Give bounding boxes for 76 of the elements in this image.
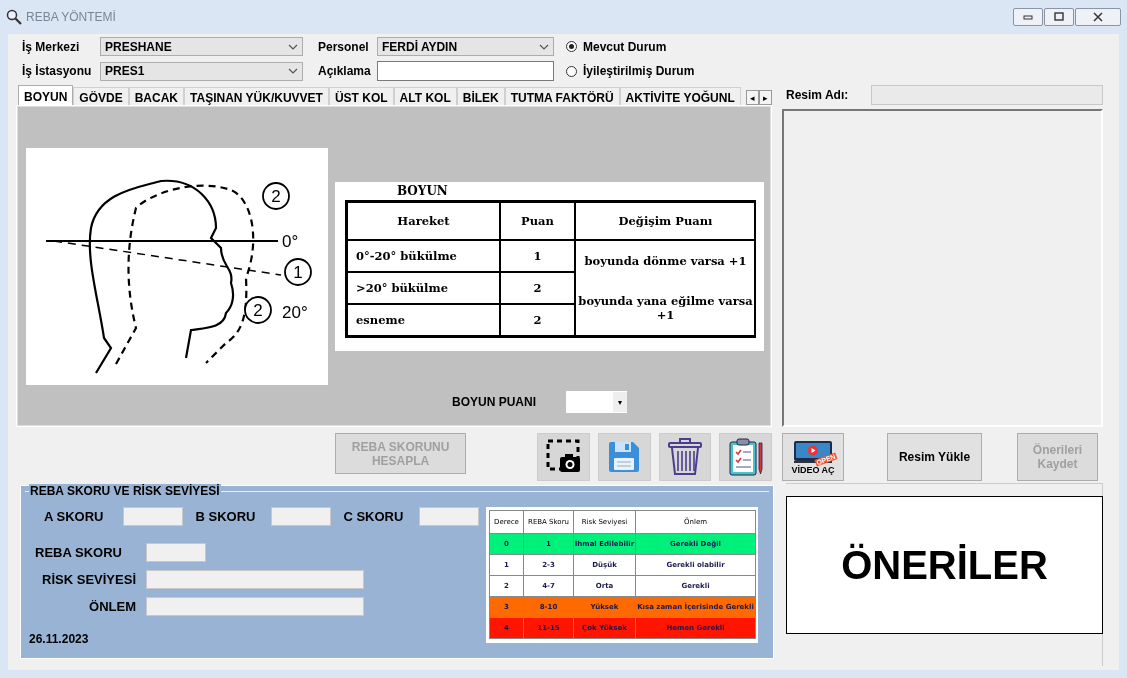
radio-option[interactable]: Mevcut Durum bbox=[554, 39, 1119, 54]
chevron-icon bbox=[288, 43, 298, 50]
field-label: BOYUN PUANI bbox=[452, 395, 536, 409]
report-button[interactable] bbox=[719, 433, 772, 481]
field-label: C SKORU bbox=[343, 508, 404, 524]
capture-button[interactable] bbox=[537, 433, 590, 481]
field-label: ÖNLEM bbox=[88, 598, 137, 614]
trash-icon bbox=[666, 438, 703, 476]
angle-label: 0° bbox=[282, 232, 299, 251]
tab[interactable]: TUTMA FAKTÖRÜ bbox=[504, 87, 620, 105]
table-cell: 2 bbox=[500, 304, 575, 336]
upload-image-button[interactable]: Resim Yükle bbox=[887, 433, 982, 481]
tab[interactable]: BOYUN bbox=[18, 85, 74, 105]
text-field[interactable] bbox=[146, 569, 364, 589]
tab-scroll-button[interactable]: ▸ bbox=[759, 90, 772, 105]
chevron-icon bbox=[288, 68, 298, 74]
tab-scroll-button[interactable]: ◂ bbox=[746, 90, 759, 105]
close-icon bbox=[1093, 12, 1103, 22]
dropdown[interactable]: FERDİ AYDIN bbox=[377, 37, 554, 56]
radio-option[interactable]: İyileştirilmiş Durum bbox=[554, 64, 1119, 78]
text-field[interactable] bbox=[377, 61, 554, 81]
field-label: Personel bbox=[317, 39, 370, 54]
field-label: İş Merkezi bbox=[22, 39, 81, 54]
date-label: 26.11.2023 bbox=[29, 632, 90, 646]
tab[interactable]: AKTİVİTE YOĞUNL bbox=[619, 87, 741, 105]
text-field[interactable] bbox=[271, 506, 332, 526]
text-field[interactable] bbox=[123, 506, 184, 526]
dropdown[interactable]: PRESHANE bbox=[100, 37, 303, 56]
table-header: Değişim Puanı bbox=[575, 202, 756, 240]
field-label: A SKORU bbox=[44, 508, 104, 524]
delete-button[interactable] bbox=[658, 433, 712, 481]
tab[interactable]: ÜST KOL bbox=[328, 87, 394, 105]
save-icon bbox=[607, 440, 642, 474]
position-marker: 2 bbox=[262, 182, 290, 210]
dropdown[interactable]: PRES1 bbox=[100, 61, 303, 81]
maximize-icon bbox=[1053, 12, 1065, 22]
text-field[interactable] bbox=[419, 506, 480, 526]
text-field[interactable] bbox=[146, 542, 206, 562]
tab[interactable]: TAŞINAN YÜK/KUVVET bbox=[184, 87, 329, 105]
position-marker: 1 bbox=[284, 258, 312, 286]
suggestions-box: ÖNERİLER bbox=[786, 496, 1103, 634]
tab[interactable]: ALT KOL bbox=[393, 87, 457, 105]
chevron-icon bbox=[539, 43, 549, 50]
close-button[interactable] bbox=[1075, 8, 1121, 26]
tab[interactable]: BACAK bbox=[128, 87, 185, 105]
text-field[interactable] bbox=[146, 596, 364, 616]
field-label: Resim Adı: bbox=[786, 88, 849, 102]
search-icon bbox=[6, 9, 22, 25]
tab[interactable]: BİLEK bbox=[456, 87, 505, 105]
minimize-icon bbox=[1023, 14, 1033, 20]
score-dropdown[interactable]: ▾ bbox=[566, 391, 627, 413]
table-cell-text: boyunda dönme varsa +1 bbox=[583, 254, 748, 268]
angle-label: 20° bbox=[282, 303, 308, 322]
position-marker: 2 bbox=[244, 296, 272, 324]
field-label: B SKORU bbox=[195, 508, 256, 524]
window-title: REBA YÖNTEMİ bbox=[26, 10, 116, 24]
field-label: Açıklama bbox=[317, 64, 372, 78]
save-button[interactable] bbox=[597, 433, 651, 481]
field-label: İş İstasyonu bbox=[22, 64, 93, 78]
table-cell: >20° bükülme bbox=[347, 272, 500, 304]
table-title: BOYUN bbox=[396, 184, 449, 200]
table-header: Puan bbox=[500, 202, 575, 240]
table-cell: 0°-20° bükülme bbox=[347, 240, 500, 272]
camera-icon bbox=[545, 439, 582, 475]
group-title: REBA SKORU VE RİSK SEVİYESİ bbox=[29, 484, 221, 498]
table-cell: 2 bbox=[500, 272, 575, 304]
field-label: REBA SKORU bbox=[34, 544, 123, 560]
table-cell: 1 bbox=[500, 240, 575, 272]
minimize-button[interactable] bbox=[1013, 8, 1043, 26]
text-field[interactable] bbox=[871, 85, 1103, 105]
table-cell-text: boyunda yana eğilme varsa +1 bbox=[577, 294, 754, 322]
tab[interactable]: GÖVDE bbox=[73, 87, 129, 105]
table-header: Hareket bbox=[347, 202, 500, 240]
table-cell: esneme bbox=[347, 304, 500, 336]
field-label: RİSK SEVİYESİ bbox=[41, 571, 137, 587]
maximize-button[interactable] bbox=[1044, 8, 1074, 26]
